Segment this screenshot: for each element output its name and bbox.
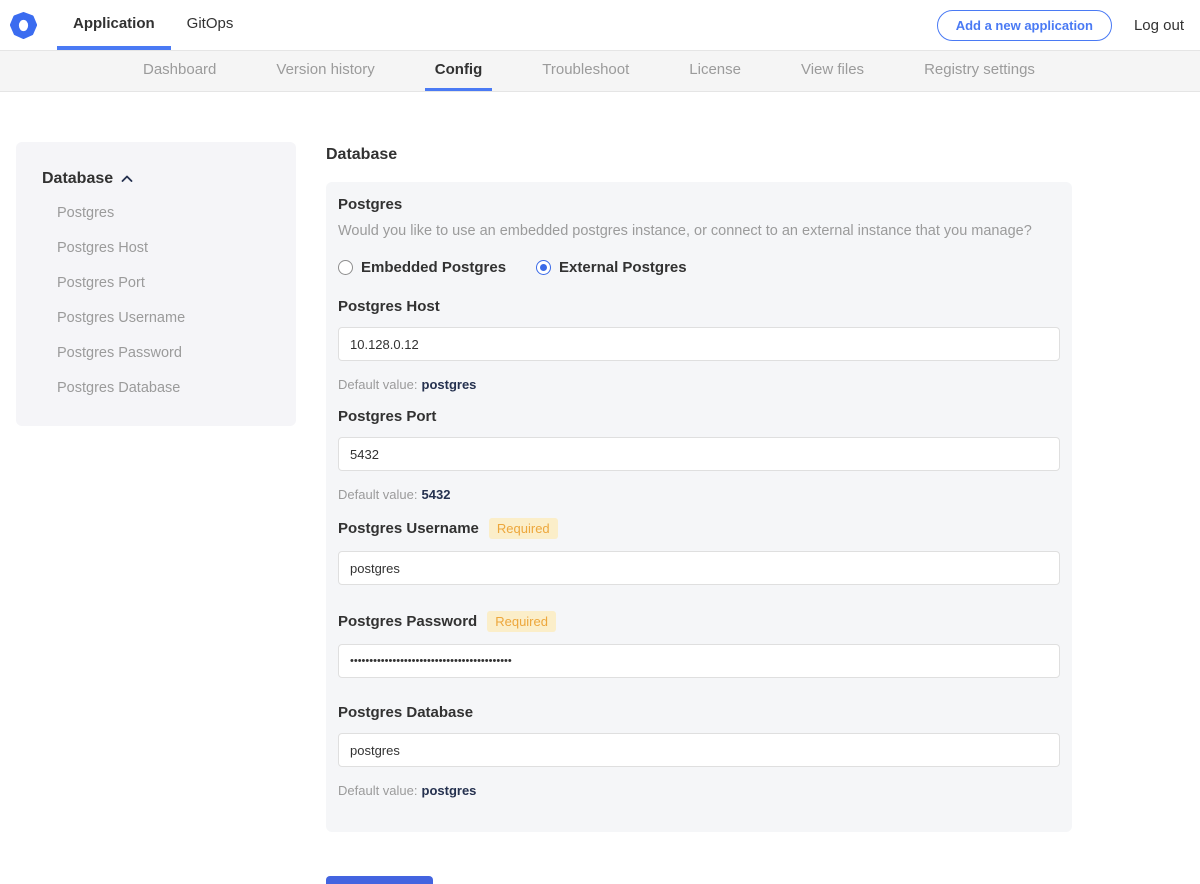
postgres-username-input[interactable] — [338, 551, 1060, 585]
radio-external-postgres[interactable]: External Postgres — [536, 259, 687, 276]
subnav-tab-license[interactable]: License — [679, 51, 751, 91]
postgres-password-input[interactable] — [338, 644, 1060, 678]
default-value-row: Default value: postgres — [338, 783, 1060, 798]
default-value-label: Default value: — [338, 377, 418, 392]
group-heading: Postgres — [338, 196, 403, 213]
field-label: Postgres Password — [338, 613, 478, 630]
default-value-row: Default value: postgres — [338, 377, 1060, 392]
topnav-tab-gitops[interactable]: GitOps — [171, 0, 250, 50]
subnav-tab-version-history[interactable]: Version history — [266, 51, 384, 91]
sidebar-item-postgres[interactable]: Postgres — [26, 196, 286, 231]
logout-button[interactable]: Log out — [1134, 17, 1184, 34]
config-sidebar: Database Postgres Postgres Host Postgres… — [16, 142, 296, 426]
field-label: Postgres Host — [338, 298, 440, 315]
config-main: Database Postgres Would you like to use … — [326, 142, 1072, 884]
app-logo[interactable] — [0, 0, 57, 50]
field-postgres-password: Postgres Password Required — [338, 611, 1060, 678]
subnav-tab-troubleshoot[interactable]: Troubleshoot — [532, 51, 639, 91]
subnav-tab-config[interactable]: Config — [424, 51, 493, 91]
field-label: Postgres Username — [338, 520, 479, 537]
sidebar-item-postgres-database[interactable]: Postgres Database — [26, 371, 286, 406]
app-subnav: Dashboard Version history Config Trouble… — [0, 50, 1200, 92]
radio-label: Embedded Postgres — [361, 259, 507, 276]
add-new-application-button[interactable]: Add a new application — [936, 9, 1112, 41]
field-postgres-port: Postgres Port Default value:5432 — [338, 408, 1060, 502]
postgres-database-input[interactable] — [338, 733, 1060, 767]
field-label: Postgres Database — [338, 704, 474, 721]
required-badge: Required — [488, 518, 558, 539]
sidebar-item-postgres-port[interactable]: Postgres Port — [26, 266, 286, 301]
subnav-tab-view-files[interactable]: View files — [791, 51, 874, 91]
save-config-button[interactable]: Save config — [326, 876, 433, 884]
subnav-tab-registry-settings[interactable]: Registry settings — [914, 51, 1045, 91]
topnav-right: Add a new application Log out — [936, 0, 1200, 50]
postgres-type-radio-group: Embedded Postgres External Postgres — [338, 259, 1060, 276]
postgres-host-input[interactable] — [338, 327, 1060, 361]
sidebar-item-postgres-password[interactable]: Postgres Password — [26, 336, 286, 371]
sidebar-item-postgres-host[interactable]: Postgres Host — [26, 231, 286, 266]
default-value: 5432 — [421, 487, 451, 502]
field-postgres-database: Postgres Database Default value:postgres — [338, 704, 1060, 798]
subnav-tab-dashboard[interactable]: Dashboard — [133, 51, 226, 91]
config-group-card: Postgres Would you like to use an embedd… — [326, 182, 1072, 832]
app-logo-icon — [10, 11, 37, 39]
field-postgres-username: Postgres Username Required — [338, 518, 1060, 585]
radio-embedded-postgres[interactable]: Embedded Postgres — [338, 259, 506, 276]
sidebar-group-label: Database — [42, 170, 114, 187]
required-badge: Required — [487, 611, 556, 632]
radio-unchecked-icon — [338, 260, 353, 275]
field-label: Postgres Port — [338, 408, 437, 425]
radio-checked-icon — [536, 260, 552, 275]
default-value-row: Default value: 5432 — [338, 487, 1060, 502]
chevron-up-icon — [121, 175, 133, 182]
group-help-text: Would you like to use an embedded postgr… — [338, 223, 1032, 239]
field-postgres-host: Postgres Host Default value:postgres — [338, 298, 1060, 392]
default-value: postgres — [421, 377, 477, 392]
sidebar-item-postgres-username[interactable]: Postgres Username — [26, 301, 286, 336]
default-value-label: Default value: — [338, 487, 418, 502]
page-title: Database — [326, 146, 398, 163]
radio-label: External Postgres — [559, 259, 687, 276]
top-navbar: Application GitOps Add a new application… — [0, 0, 1200, 50]
default-value-label: Default value: — [338, 783, 418, 798]
topnav-tab-application[interactable]: Application — [57, 0, 171, 50]
config-page-content: Database Postgres Postgres Host Postgres… — [0, 92, 1200, 884]
default-value: postgres — [421, 783, 477, 798]
sidebar-group-database[interactable]: Database — [26, 170, 286, 188]
postgres-port-input[interactable] — [338, 437, 1060, 471]
